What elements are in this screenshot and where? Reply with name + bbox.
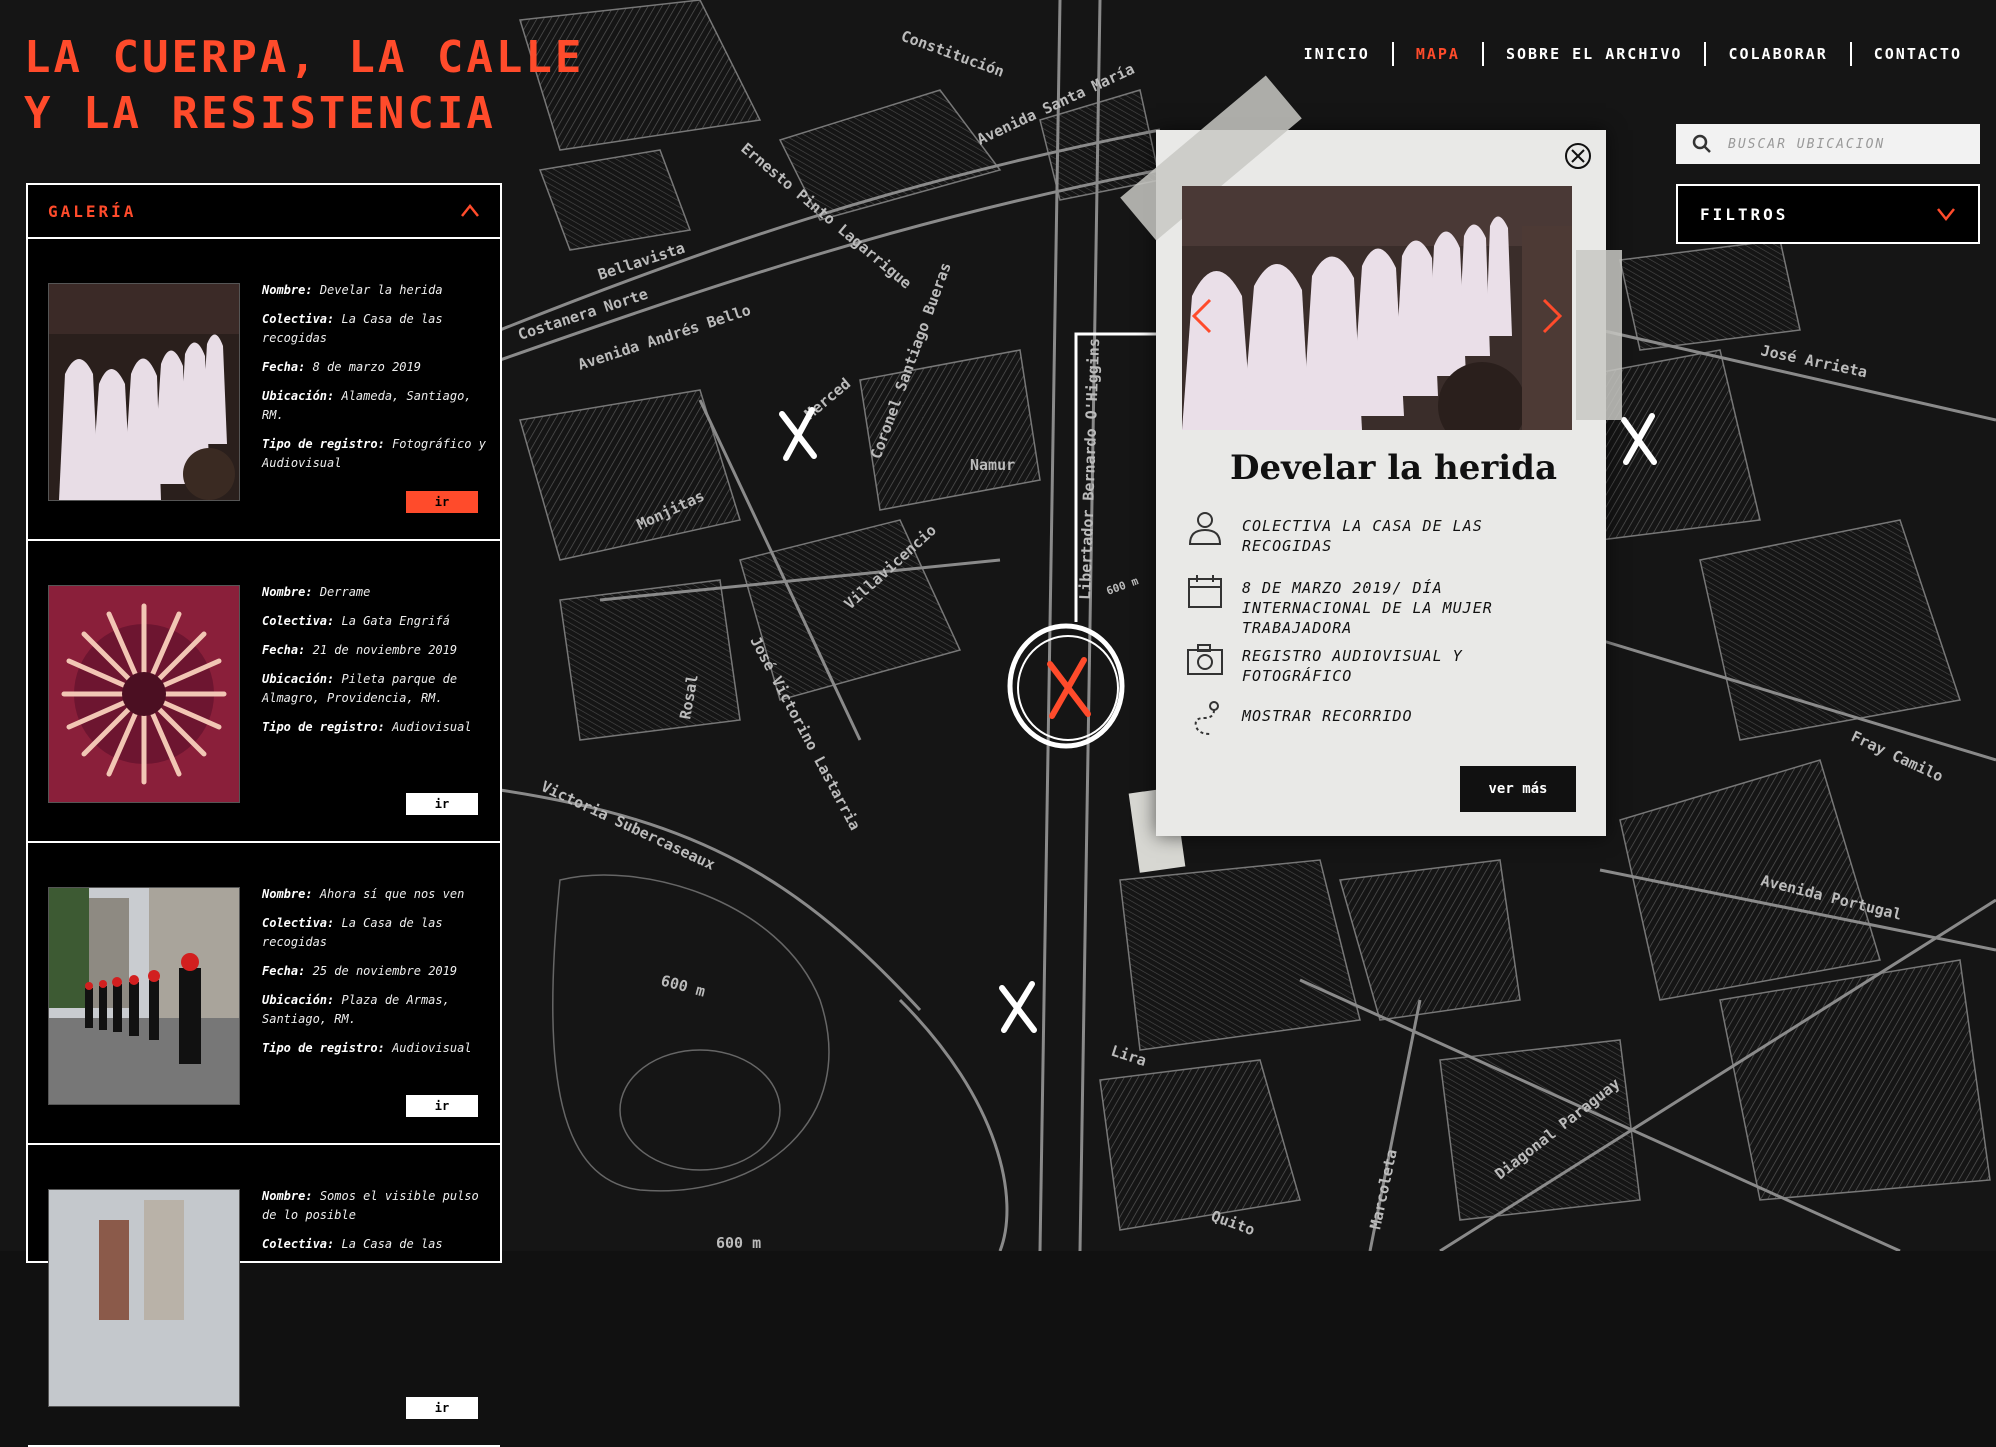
ir-button[interactable]: ir xyxy=(406,793,478,815)
street-label: Namur xyxy=(970,456,1015,474)
field-label: Tipo de registro: xyxy=(262,720,385,734)
field-label: Fecha: xyxy=(262,964,306,978)
field-label: Ubicación: xyxy=(262,993,335,1007)
field-label: Ubicación: xyxy=(262,672,335,686)
popup-colectiva-row: COLECTIVA LA CASA DE LAS RECOGIDAS xyxy=(1184,508,1572,556)
popup-title: Develar la herida xyxy=(1230,448,1557,488)
gallery-card: Nombre: Ahora sí que nos ven Colectiva: … xyxy=(28,843,500,1145)
chevron-left-icon[interactable] xyxy=(1190,296,1214,336)
gallery-header[interactable]: GALERÍA xyxy=(28,185,500,239)
nav-item-colaborar[interactable]: COLABORAR xyxy=(1706,45,1849,63)
filters-label: FILTROS xyxy=(1700,204,1789,224)
card-nombre: Develar la herida xyxy=(319,283,443,297)
nav-item-inicio[interactable]: INICIO xyxy=(1282,45,1392,63)
card-tipo: Audiovisual xyxy=(392,720,472,734)
gallery-card-info: Nombre: Derrame Colectiva: La Gata Engri… xyxy=(262,583,492,747)
top-nav: INICIO MAPA SOBRE EL ARCHIVO COLABORAR C… xyxy=(1282,42,1984,66)
field-label: Nombre: xyxy=(262,1189,313,1203)
field-label: Nombre: xyxy=(262,283,313,297)
search-input[interactable] xyxy=(1726,135,1970,153)
field-label: Fecha: xyxy=(262,360,306,374)
card-fecha: 21 de noviembre 2019 xyxy=(312,643,458,657)
popup-recorrido[interactable]: MOSTRAR RECORRIDO xyxy=(1242,698,1572,726)
gallery-panel: GALERÍA Nombre: Develar la herida Colect… xyxy=(26,183,502,1447)
gallery-thumbnail[interactable] xyxy=(48,1189,240,1407)
route-icon xyxy=(1194,701,1219,735)
card-fecha: 8 de marzo 2019 xyxy=(312,360,421,374)
camera-icon xyxy=(1187,644,1223,675)
close-icon[interactable] xyxy=(1564,142,1592,170)
ir-button[interactable]: ir xyxy=(406,491,478,513)
popup-fecha-row: 8 DE MARZO 2019/ DÍA INTERNACIONAL DE LA… xyxy=(1184,570,1572,638)
field-label: Colectiva: xyxy=(262,312,335,326)
card-colectiva: La Casa de las xyxy=(341,1237,443,1251)
field-label: Colectiva: xyxy=(262,916,335,930)
field-label: Colectiva: xyxy=(262,1237,335,1251)
gallery-card-info: Nombre: Develar la herida Colectiva: La … xyxy=(262,281,492,483)
filters-dropdown[interactable]: FILTROS xyxy=(1676,184,1980,244)
collective-icon xyxy=(1188,512,1222,545)
calendar-icon xyxy=(1188,575,1222,608)
gallery-card-info: Nombre: Somos el visible pulso de lo pos… xyxy=(262,1187,492,1264)
ver-mas-button[interactable]: ver más xyxy=(1460,766,1576,812)
field-label: Tipo de registro: xyxy=(262,1041,385,1055)
ir-button[interactable]: ir xyxy=(406,1397,478,1419)
scale-label: 600 m xyxy=(716,1234,761,1251)
chevron-right-icon[interactable] xyxy=(1540,296,1564,336)
popup-registro-row: REGISTRO AUDIOVISUAL Y FOTOGRÁFICO xyxy=(1184,638,1572,686)
search-icon[interactable] xyxy=(1692,134,1712,154)
gallery-title: GALERÍA xyxy=(48,201,137,221)
field-label: Nombre: xyxy=(262,887,313,901)
popup-recorrido-row[interactable]: MOSTRAR RECORRIDO xyxy=(1184,698,1572,740)
gallery-card: Nombre: Derrame Colectiva: La Gata Engri… xyxy=(28,541,500,843)
tape-decoration xyxy=(1576,250,1622,420)
card-fecha: 25 de noviembre 2019 xyxy=(312,964,458,978)
field-label: Fecha: xyxy=(262,643,306,657)
field-label: Colectiva: xyxy=(262,614,335,628)
chevron-down-icon xyxy=(1937,208,1955,221)
field-label: Ubicación: xyxy=(262,389,335,403)
field-label: Tipo de registro: xyxy=(262,437,385,451)
gallery-thumbnail[interactable] xyxy=(48,585,240,803)
popup-fecha: 8 DE MARZO 2019/ DÍA INTERNACIONAL DE LA… xyxy=(1242,579,1493,637)
popup-registro: REGISTRO AUDIOVISUAL Y FOTOGRÁFICO xyxy=(1242,647,1463,685)
gallery-card: Nombre: Somos el visible pulso de lo pos… xyxy=(28,1145,500,1447)
nav-item-sobre-el-archivo[interactable]: SOBRE EL ARCHIVO xyxy=(1484,45,1705,63)
gallery-thumbnail[interactable] xyxy=(48,283,240,501)
card-nombre: Ahora sí que nos ven xyxy=(319,887,465,901)
nav-item-contacto[interactable]: CONTACTO xyxy=(1852,45,1984,63)
event-photo xyxy=(1182,186,1572,430)
search-box xyxy=(1676,124,1980,164)
gallery-card: Nombre: Develar la herida Colectiva: La … xyxy=(28,239,500,541)
event-popup: Develar la herida COLECTIVA LA CASA DE L… xyxy=(1120,75,1622,836)
gallery-thumbnail[interactable] xyxy=(48,887,240,1105)
card-tipo: Audiovisual xyxy=(392,1041,472,1055)
chevron-up-icon[interactable] xyxy=(460,204,480,218)
field-label: Nombre: xyxy=(262,585,313,599)
site-title-line1: LA CUERPA, LA CALLE xyxy=(24,32,585,83)
ir-button[interactable]: ir xyxy=(406,1095,478,1117)
card-colectiva: La Gata Engrifá xyxy=(341,614,450,628)
gallery-card-info: Nombre: Ahora sí que nos ven Colectiva: … xyxy=(262,885,492,1068)
site-title-line2: Y LA RESISTENCIA xyxy=(24,88,496,139)
popup-colectiva: COLECTIVA LA CASA DE LAS RECOGIDAS xyxy=(1242,517,1483,555)
site-title[interactable]: LA CUERPA, LA CALLE Y LA RESISTENCIA xyxy=(24,30,584,142)
nav-item-mapa[interactable]: MAPA xyxy=(1394,45,1482,63)
card-nombre: Derrame xyxy=(319,585,371,599)
